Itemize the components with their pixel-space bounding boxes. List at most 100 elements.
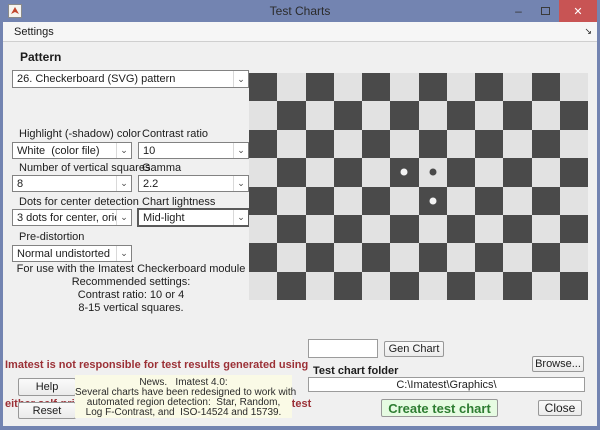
checkerboard-square	[333, 73, 362, 102]
test-charts-window: Test Charts – ✕ Settings ↘ Pattern 26. C…	[0, 0, 600, 430]
checkerboard-square	[362, 243, 391, 272]
checkerboard-square	[362, 158, 391, 187]
gamma-value: 2.2	[143, 177, 159, 190]
checkerboard-square	[531, 129, 560, 159]
checkerboard-square	[475, 186, 504, 215]
checkerboard-square	[503, 186, 532, 215]
checkerboard-square	[503, 271, 532, 300]
checkerboard-square	[503, 214, 532, 244]
test-chart-folder-label: Test chart folder	[313, 365, 399, 377]
checkerboard-square	[305, 101, 334, 130]
usage-note-line: Contrast ratio: 10 or 4	[77, 289, 185, 301]
checkerboard-square	[418, 271, 447, 300]
contrast-ratio-label: Contrast ratio	[142, 128, 209, 140]
checkerboard-square	[333, 101, 362, 130]
checkerboard-square	[418, 73, 447, 102]
news-line: Log F-Contrast, and ISO-14524 and 15739.	[85, 407, 282, 418]
gen-chart-input[interactable]	[308, 339, 378, 358]
checkerboard-square	[390, 101, 419, 130]
checkerboard-square	[475, 271, 504, 300]
vertical-squares-select[interactable]: 8 ⌄	[12, 175, 132, 192]
checkerboard-square	[277, 158, 306, 187]
help-button[interactable]: Help	[18, 378, 76, 396]
registration-dot	[429, 168, 437, 176]
checkerboard-square	[390, 73, 419, 102]
chart-lightness-value: Mid-light	[143, 211, 185, 224]
checkerboard-square	[362, 101, 391, 130]
checkerboard-square	[277, 129, 306, 159]
checkerboard-square	[559, 214, 588, 244]
checkerboard-square	[305, 129, 334, 159]
checkerboard-square	[249, 101, 278, 130]
checkerboard-square	[277, 101, 306, 130]
highlight-color-label: Highlight (-shadow) color	[19, 128, 141, 140]
checkerboard-square	[559, 271, 588, 300]
vertical-squares-label: Number of vertical squares	[19, 162, 151, 174]
vertical-squares-value: 8	[17, 177, 24, 190]
menu-settings[interactable]: Settings	[3, 22, 65, 41]
checkerboard-square	[277, 73, 306, 102]
checkerboard-square	[390, 214, 419, 244]
checkerboard-square	[475, 101, 504, 130]
contrast-ratio-value: 10	[143, 144, 156, 157]
close-button[interactable]: Close	[538, 400, 582, 416]
usage-note-line: 8-15 vertical squares.	[78, 302, 184, 314]
checkerboard-square	[531, 158, 560, 187]
checkerboard-square	[418, 214, 447, 244]
create-test-chart-button[interactable]: Create test chart	[381, 399, 498, 417]
checkerboard-square	[446, 186, 475, 215]
checkerboard-square	[559, 129, 588, 159]
close-window-button[interactable]: ✕	[559, 0, 597, 22]
checkerboard-square	[249, 271, 278, 300]
chart-lightness-label: Chart lightness	[142, 196, 216, 208]
checkerboard-square	[333, 186, 362, 215]
gamma-select[interactable]: 2.2 ⌄	[138, 175, 249, 192]
chevron-down-icon: ⌄	[233, 143, 248, 158]
checkerboard-square	[362, 73, 391, 102]
chart-lightness-select[interactable]: Mid-light ⌄	[137, 208, 250, 227]
window-controls: – ✕	[505, 0, 597, 22]
checkerboard-square	[305, 73, 334, 102]
titlebar: Test Charts – ✕	[3, 0, 597, 22]
checkerboard-square	[333, 214, 362, 244]
checkerboard-square	[559, 73, 588, 102]
checkerboard-square	[446, 101, 475, 130]
checkerboard-square	[333, 271, 362, 300]
pattern-select-value: 26. Checkerboard (SVG) pattern	[17, 73, 176, 85]
gamma-label: Gamma	[142, 162, 182, 174]
test-chart-folder-field[interactable]: C:\Imatest\Graphics\	[308, 377, 585, 392]
maximize-button[interactable]	[532, 0, 559, 22]
checkerboard-square	[503, 243, 532, 272]
center-dots-select[interactable]: 3 dots for center, orienta... ⌄	[12, 209, 132, 226]
checkerboard-square	[559, 243, 588, 272]
minimize-button[interactable]: –	[505, 0, 532, 22]
checkerboard-preview	[249, 73, 588, 300]
dock-arrow-icon[interactable]: ↘	[584, 26, 592, 37]
pre-distortion-value: Normal undistorted	[17, 247, 110, 260]
chevron-down-icon: ⌄	[116, 143, 131, 158]
chevron-down-icon: ⌄	[233, 176, 248, 191]
checkerboard-square	[531, 271, 560, 300]
browse-button[interactable]: Browse...	[532, 356, 584, 372]
checkerboard-square	[475, 243, 504, 272]
pattern-label: Pattern	[20, 50, 62, 64]
checkerboard-square	[362, 214, 391, 244]
highlight-color-value: White (color file)	[17, 144, 100, 157]
checkerboard-square	[305, 243, 334, 272]
checkerboard-square	[446, 73, 475, 102]
reset-button[interactable]: Reset	[18, 402, 76, 419]
checkerboard-square	[277, 186, 306, 215]
contrast-ratio-select[interactable]: 10 ⌄	[138, 142, 249, 159]
checkerboard-square	[249, 73, 278, 102]
checkerboard-square	[277, 271, 306, 300]
highlight-color-select[interactable]: White (color file) ⌄	[12, 142, 132, 159]
usage-note-line: Recommended settings:	[71, 276, 191, 288]
gen-chart-button[interactable]: Gen Chart	[384, 341, 444, 357]
checkerboard-square	[475, 214, 504, 244]
checkerboard-square	[249, 243, 278, 272]
checkerboard-square	[503, 101, 532, 130]
pre-distortion-select[interactable]: Normal undistorted ⌄	[12, 245, 132, 262]
checkerboard-square	[559, 186, 588, 215]
pattern-select[interactable]: 26. Checkerboard (SVG) pattern ⌄	[12, 70, 249, 88]
checkerboard-square	[503, 158, 532, 187]
